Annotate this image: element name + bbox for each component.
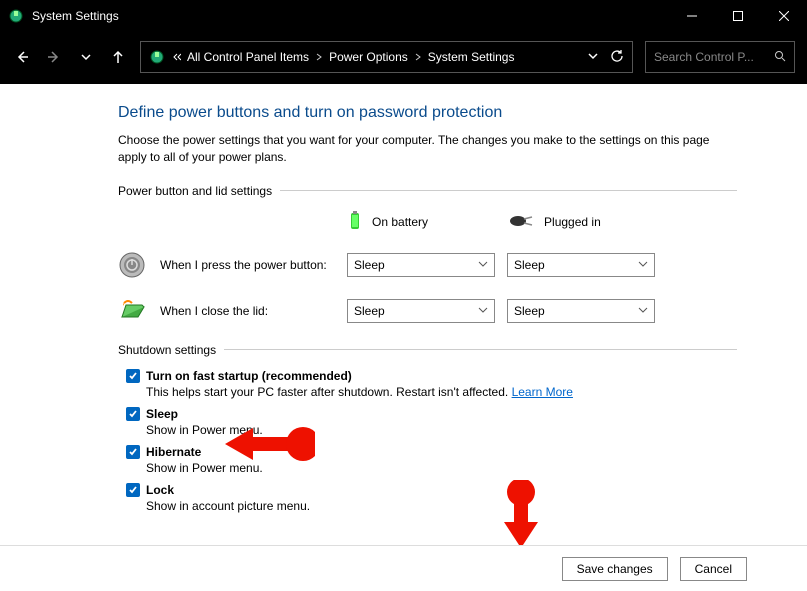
chevron-down-icon [638,258,648,272]
setting-row-power-button: When I press the power button: Sleep Sle… [118,251,737,279]
chevron-right-icon [315,50,323,64]
page-title: Define power buttons and turn on passwor… [118,104,737,122]
checkbox-description: Show in Power menu. [146,423,737,437]
search-icon [774,50,786,65]
breadcrumb-item[interactable]: All Control Panel Items [187,50,309,64]
checkbox-label: Turn on fast startup (recommended) [146,369,352,383]
window-title: System Settings [32,9,669,23]
chevron-left-icon[interactable] [171,52,181,62]
checkbox-hibernate[interactable] [126,445,140,459]
checkbox-lock[interactable] [126,483,140,497]
breadcrumb-dropdown[interactable] [588,50,598,64]
shutdown-item-lock: Lock Show in account picture menu. [126,483,737,513]
shutdown-item-fast-startup: Turn on fast startup (recommended) This … [126,369,737,399]
chevron-down-icon [638,304,648,318]
checkbox-label: Hibernate [146,445,201,459]
battery-icon [346,210,364,235]
search-placeholder: Search Control P... [654,50,754,64]
close-button[interactable] [761,0,807,32]
breadcrumb[interactable]: All Control Panel Items Power Options Sy… [140,41,633,73]
checkbox-description: Show in Power menu. [146,461,737,475]
column-on-battery: On battery [346,210,428,235]
refresh-button[interactable] [610,49,624,66]
select-close-lid-battery[interactable]: Sleep [347,299,495,323]
chevron-down-icon [478,304,488,318]
forward-button[interactable] [44,47,64,67]
power-options-icon [149,49,165,65]
section-header-power-button: Power button and lid settings [118,184,737,198]
laptop-lid-icon [118,297,146,325]
setting-label: When I close the lid: [160,304,335,318]
select-power-button-battery[interactable]: Sleep [347,253,495,277]
recent-dropdown-button[interactable] [76,47,96,67]
checkbox-fast-startup[interactable] [126,369,140,383]
breadcrumb-item[interactable]: System Settings [428,50,515,64]
setting-row-close-lid: When I close the lid: Sleep Sleep [118,297,737,325]
checkbox-sleep[interactable] [126,407,140,421]
shutdown-item-hibernate: Hibernate Show in Power menu. [126,445,737,475]
maximize-button[interactable] [715,0,761,32]
search-input[interactable]: Search Control P... [645,41,795,73]
breadcrumb-item[interactable]: Power Options [329,50,408,64]
shutdown-item-sleep: Sleep Show in Power menu. [126,407,737,437]
page-description: Choose the power settings that you want … [118,132,737,166]
cancel-button[interactable]: Cancel [680,557,747,581]
footer: Save changes Cancel [0,545,807,591]
save-changes-button[interactable]: Save changes [562,557,668,581]
learn-more-link[interactable]: Learn More [512,385,573,399]
up-button[interactable] [108,47,128,67]
column-plugged-in: Plugged in [508,210,601,235]
back-button[interactable] [12,47,32,67]
section-header-shutdown: Shutdown settings [118,343,737,357]
checkbox-label: Sleep [146,407,178,421]
minimize-button[interactable] [669,0,715,32]
select-close-lid-plugged[interactable]: Sleep [507,299,655,323]
plug-icon [508,213,536,232]
content-area: Define power buttons and turn on passwor… [0,84,807,513]
chevron-right-icon [414,50,422,64]
checkbox-label: Lock [146,483,174,497]
checkbox-description: This helps start your PC faster after sh… [146,385,737,399]
checkbox-description: Show in account picture menu. [146,499,737,513]
setting-label: When I press the power button: [160,258,335,272]
power-button-icon [118,251,146,279]
navbar: All Control Panel Items Power Options Sy… [0,32,807,84]
power-options-icon [8,8,24,24]
chevron-down-icon [478,258,488,272]
select-power-button-plugged[interactable]: Sleep [507,253,655,277]
titlebar: System Settings [0,0,807,32]
